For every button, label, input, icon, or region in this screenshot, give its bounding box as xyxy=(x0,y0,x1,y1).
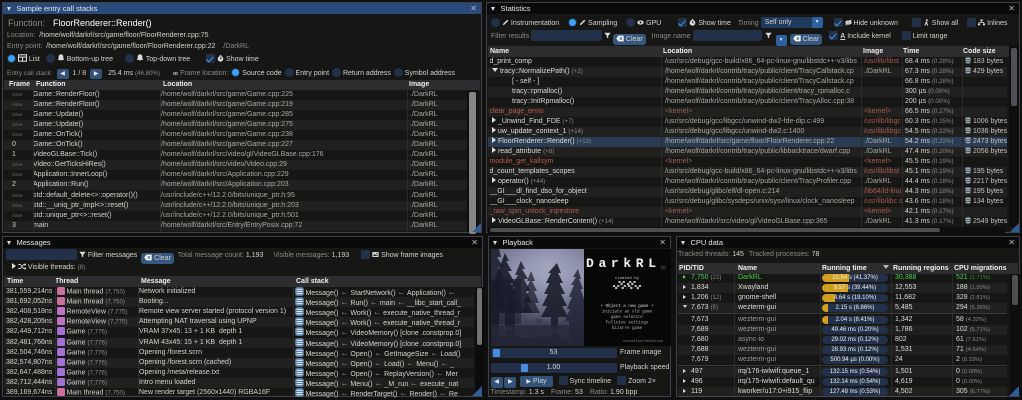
svg-text:bizarre game: bizarre game xyxy=(611,326,642,331)
svg-text:iniciate an old game: iniciate an old game xyxy=(601,310,652,315)
svg-text:cornelius/rendition: cornelius/rendition xyxy=(623,339,663,344)
svg-text:fullsize settings: fullsize settings xyxy=(605,321,648,326)
svg-text:created by: created by xyxy=(614,276,639,281)
svg-text:game selector: game selector xyxy=(610,315,643,320)
svg-text:▀▄▀.▄▀░▀▄.▀▄▀: ▀▄▀.▄▀░▀▄.▀▄▀ xyxy=(612,285,641,290)
svg-text:+ Object a new game +: + Object a new game + xyxy=(600,304,653,309)
